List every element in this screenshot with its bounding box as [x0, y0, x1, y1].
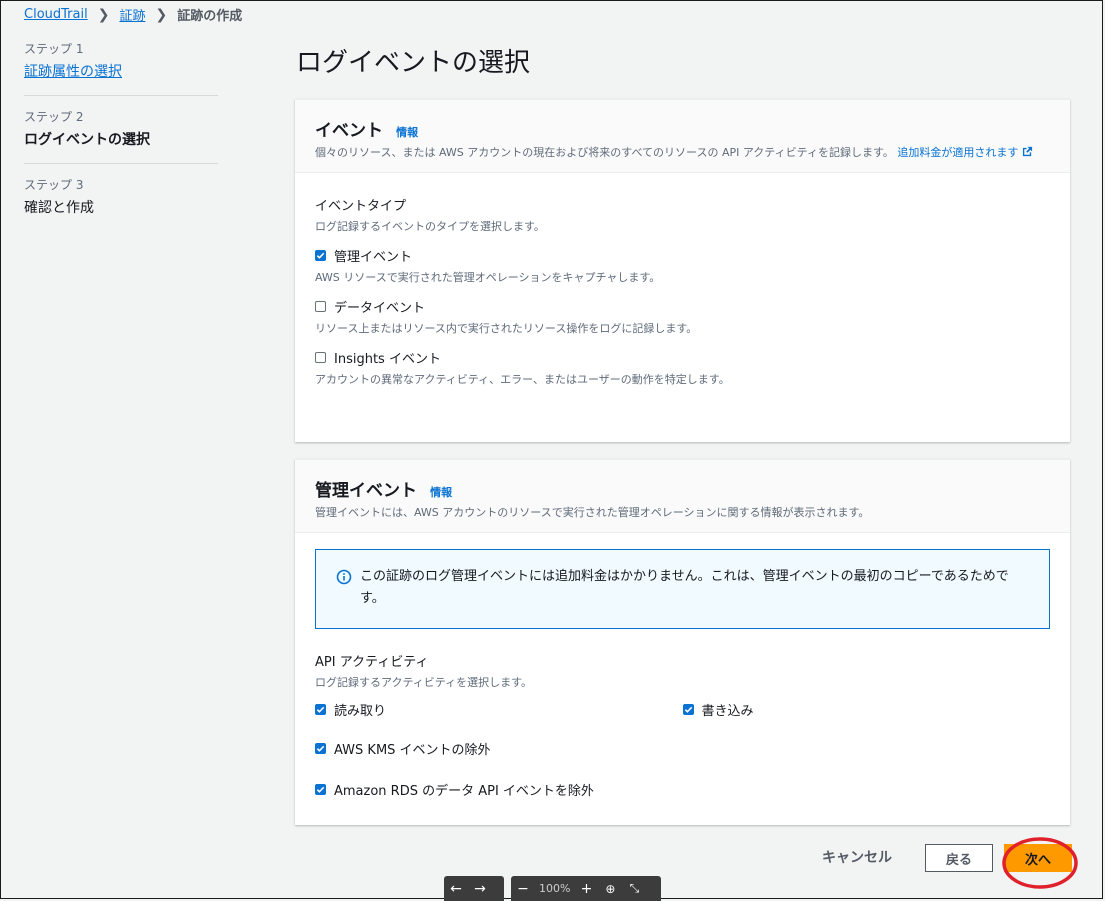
api-activity-hint: ログ記録するアクティビティを選択します。	[315, 676, 533, 689]
info-link[interactable]: 情報	[396, 126, 418, 139]
write-option[interactable]: 書き込み	[682, 700, 1051, 719]
step-number: ステップ 3	[24, 178, 84, 192]
api-activity-label: API アクティビティ	[315, 655, 429, 670]
management-events-panel: 管理イベント 情報 管理イベントには、AWS アカウントのリソースで実行された管…	[295, 459, 1070, 825]
breadcrumb-current: 証跡の作成	[177, 9, 243, 24]
info-alert: この証跡のログ管理イベントには追加料金はかかりません。これは、管理イベントの最初…	[315, 549, 1050, 629]
data-events-label: データイベント	[334, 301, 426, 316]
exclude-kms-label: AWS KMS イベントの除外	[334, 743, 491, 758]
events-panel-body: イベントタイプ ログ記録するイベントのタイプを選択します。 管理イベント AWS…	[295, 173, 1070, 403]
download-icon[interactable]: ⊕	[598, 882, 622, 896]
events-panel-description: 個々のリソース、または AWS アカウントの現在および将来のすべてのリソースの …	[315, 145, 1050, 160]
info-link[interactable]: 情報	[430, 486, 452, 499]
insights-events-checkbox[interactable]	[315, 352, 326, 363]
wizard-steps: ステップ 1 証跡属性の選択 ステップ 2 ログイベントの選択 ステップ 3 確…	[24, 40, 218, 243]
exclude-rds-option[interactable]: Amazon RDS のデータ API イベントを除外	[315, 780, 1050, 799]
additional-charges-link-text: 追加料金が適用されます	[897, 146, 1019, 159]
breadcrumb: CloudTrail ❯ 証跡 ❯ 証跡の作成	[24, 5, 243, 25]
exclude-rds-checkbox[interactable]	[315, 784, 326, 795]
mgmt-panel-header: 管理イベント 情報 管理イベントには、AWS アカウントのリソースで実行された管…	[295, 460, 1070, 533]
events-panel: イベント 情報 個々のリソース、または AWS アカウントの現在および将来のすべ…	[295, 99, 1070, 442]
data-events-desc: リソース上またはリソース内で実行されたリソース操作をログに記録します。	[315, 322, 698, 335]
management-events-desc: AWS リソースで実行された管理オペレーションをキャプチャします。	[315, 271, 661, 284]
page-title: ログイベントの選択	[296, 48, 531, 78]
wizard-footer: キャンセル 戻る 次へ	[0, 844, 1105, 874]
exclude-rds-label: Amazon RDS のデータ API イベントを除外	[334, 784, 594, 799]
read-option[interactable]: 読み取り	[315, 700, 683, 719]
additional-charges-link[interactable]: 追加料金が適用されます	[897, 146, 1033, 159]
event-type-label: イベントタイプ	[315, 199, 407, 214]
event-type-hint: ログ記録するイベントのタイプを選択します。	[315, 220, 545, 233]
step-3: ステップ 3 確認と作成	[24, 176, 218, 231]
data-events-checkbox[interactable]	[315, 301, 326, 312]
viewer-nav-bar: ← →	[444, 876, 504, 901]
step-3-label: 確認と作成	[24, 200, 94, 216]
viewer-zoom-bar: − 100% + ⊕ ⤡	[511, 876, 661, 901]
back-button[interactable]: 戻る	[925, 844, 993, 872]
zoom-in-icon[interactable]: +	[574, 881, 598, 897]
read-col: 読み取り	[315, 690, 683, 719]
write-label: 書き込み	[701, 704, 754, 719]
mgmt-panel-body: この証跡のログ管理イベントには追加料金はかかりません。これは、管理イベントの最初…	[295, 533, 1070, 815]
collapse-icon[interactable]: ⤡	[622, 881, 646, 896]
write-checkbox[interactable]	[682, 704, 694, 715]
mgmt-panel-title: 管理イベント	[315, 481, 417, 501]
step-1-link[interactable]: 証跡属性の選択	[24, 61, 218, 81]
step-2-current: ログイベントの選択	[24, 132, 150, 148]
read-label: 読み取り	[334, 704, 387, 719]
data-events-option[interactable]: データイベント	[315, 297, 1050, 316]
alert-text: この証跡のログ管理イベントには追加料金はかかりません。これは、管理イベントの最初…	[360, 569, 1009, 606]
events-panel-header: イベント 情報 個々のリソース、または AWS アカウントの現在および将来のすべ…	[295, 100, 1070, 173]
read-checkbox[interactable]	[315, 704, 326, 715]
write-col: 書き込み	[682, 690, 1051, 719]
info-circle-icon	[336, 569, 352, 585]
step-number: ステップ 1	[24, 42, 84, 56]
step-1: ステップ 1 証跡属性の選択	[24, 40, 218, 96]
insights-events-desc: アカウントの異常なアクティビティ、エラー、またはユーザーの動作を特定します。	[315, 373, 730, 386]
breadcrumb-trails[interactable]: 証跡	[119, 5, 145, 24]
step-number: ステップ 2	[24, 110, 84, 124]
chevron-right-icon: ❯	[97, 6, 110, 23]
insights-events-option[interactable]: Insights イベント	[315, 348, 1050, 367]
exclude-kms-checkbox[interactable]	[315, 743, 326, 754]
management-events-option[interactable]: 管理イベント	[315, 246, 1050, 265]
mgmt-panel-description: 管理イベントには、AWS アカウントのリソースで実行された管理オペレーションに関…	[315, 506, 870, 519]
cancel-button[interactable]: キャンセル	[822, 847, 892, 867]
events-desc-text: 個々のリソース、または AWS アカウントの現在および将来のすべてのリソースの …	[315, 146, 894, 159]
read-write-row: 読み取り 書き込み	[315, 690, 1050, 719]
zoom-out-icon[interactable]: −	[511, 881, 535, 897]
events-panel-title: イベント	[315, 121, 383, 141]
next-button[interactable]: 次へ	[1004, 844, 1072, 872]
external-link-icon	[1022, 146, 1032, 157]
breadcrumb-cloudtrail[interactable]: CloudTrail	[24, 7, 88, 22]
management-events-label: 管理イベント	[334, 250, 413, 265]
chevron-right-icon: ❯	[155, 6, 168, 23]
insights-events-label: Insights イベント	[334, 352, 441, 367]
exclude-kms-option[interactable]: AWS KMS イベントの除外	[315, 739, 1050, 758]
management-events-checkbox[interactable]	[315, 250, 326, 261]
next-arrow-icon[interactable]: →	[468, 881, 492, 897]
step-2: ステップ 2 ログイベントの選択	[24, 108, 218, 164]
zoom-level: 100%	[539, 882, 571, 895]
prev-arrow-icon[interactable]: ←	[444, 881, 468, 897]
